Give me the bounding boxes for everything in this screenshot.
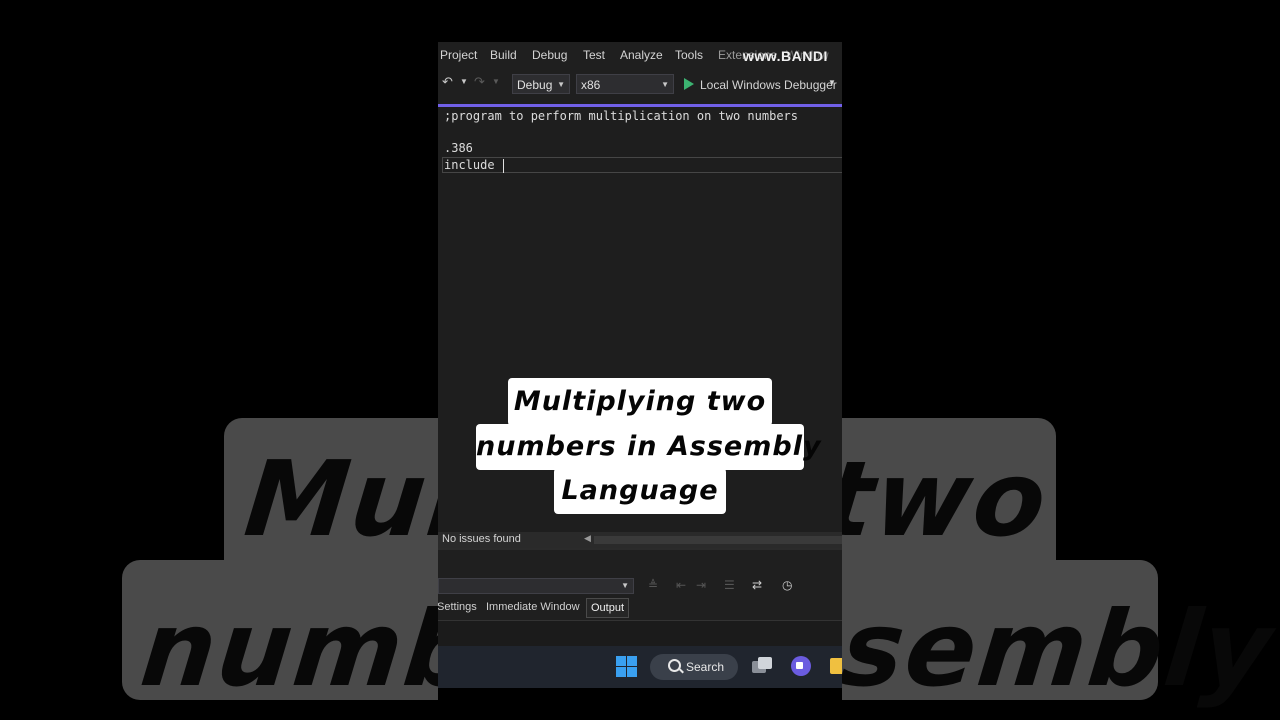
platform-select[interactable]: x86 ▼	[576, 74, 674, 94]
caption-line-1: Multiplying two	[508, 378, 772, 426]
tab-settings[interactable]: Settings	[438, 601, 477, 613]
text-caret	[502, 158, 504, 173]
background-text: two	[817, 438, 1054, 560]
panel-divider	[438, 548, 842, 550]
platform-value: x86	[581, 78, 601, 92]
search-icon	[668, 659, 681, 672]
output-source-select[interactable]: ▼	[438, 578, 634, 594]
taskbar: Search	[438, 646, 842, 688]
menu-item-tools[interactable]: Tools	[675, 48, 703, 62]
toolbar: ↶ ▼ ↷ ▼ Debug ▼ x86 ▼ Local Windows Debu…	[438, 68, 842, 104]
code-line-current: include	[444, 158, 504, 173]
output-panel: ▼ ≜ ⇤ ⇥ ☰ ⇄ ◷ Settings Immediate Window …	[438, 548, 842, 647]
menu-item-test[interactable]: Test	[583, 48, 605, 62]
undo-dropdown-icon[interactable]: ▼	[460, 77, 468, 86]
output-content[interactable]	[438, 620, 842, 647]
clear-all-icon[interactable]: ☰	[724, 578, 735, 592]
undo-icon[interactable]: ↶	[442, 74, 453, 90]
search-label: Search	[686, 660, 725, 674]
task-view-icon[interactable]	[752, 657, 772, 675]
word-wrap-icon[interactable]: ⇄	[752, 578, 762, 592]
chevron-down-icon: ▼	[557, 80, 565, 89]
menu-item-analyze[interactable]: Analyze	[620, 48, 663, 62]
caption-line-2: numbers in Assembly	[476, 424, 821, 470]
code-line: .386	[444, 141, 473, 155]
redo-icon[interactable]: ↷	[474, 74, 485, 90]
taskbar-search-button[interactable]: Search	[650, 654, 738, 680]
next-message-icon[interactable]: ⇥	[696, 578, 706, 592]
redo-dropdown-icon[interactable]: ▼	[492, 77, 500, 86]
menu-item-debug[interactable]: Debug	[532, 48, 567, 62]
scroll-left-icon[interactable]: ◀	[584, 533, 591, 544]
panel-tabs: Settings Immediate Window Output	[438, 598, 842, 618]
run-debugger-button[interactable]: Local Windows Debugger	[700, 78, 837, 92]
play-icon[interactable]	[684, 78, 694, 90]
menu-item-build[interactable]: Build	[490, 48, 517, 62]
code-line-text: include	[444, 158, 502, 172]
tab-immediate-window[interactable]: Immediate Window	[486, 601, 580, 613]
chevron-down-icon: ▼	[621, 581, 629, 590]
recorder-watermark: www.BANDI	[743, 48, 828, 64]
issues-status[interactable]: No issues found	[442, 533, 521, 545]
chevron-down-icon[interactable]: ▼	[828, 78, 836, 87]
code-line: ;program to perform multiplication on tw…	[444, 109, 799, 123]
video-frame: Project Build Debug Test Analyze Tools E…	[438, 0, 842, 720]
windows-start-icon[interactable]	[616, 656, 637, 677]
meet-icon[interactable]	[791, 656, 811, 676]
horizontal-scrollbar[interactable]	[594, 536, 842, 544]
configuration-value: Debug	[517, 78, 553, 92]
clock-icon[interactable]: ◷	[782, 578, 792, 592]
find-message-icon[interactable]: ≜	[648, 578, 658, 592]
menu-item-project[interactable]: Project	[440, 48, 477, 62]
tab-output[interactable]: Output	[586, 598, 630, 618]
caption-line-3: Language	[554, 468, 726, 514]
previous-message-icon[interactable]: ⇤	[676, 578, 686, 592]
configuration-select[interactable]: Debug ▼	[512, 74, 570, 94]
chevron-down-icon: ▼	[661, 80, 669, 89]
menu-bar: Project Build Debug Test Analyze Tools E…	[438, 42, 842, 68]
editor-status-bar: No issues found ◀	[438, 532, 842, 548]
file-explorer-icon[interactable]	[830, 658, 842, 674]
background-text: Mul	[239, 438, 472, 560]
background-text: sembly	[835, 588, 1280, 710]
